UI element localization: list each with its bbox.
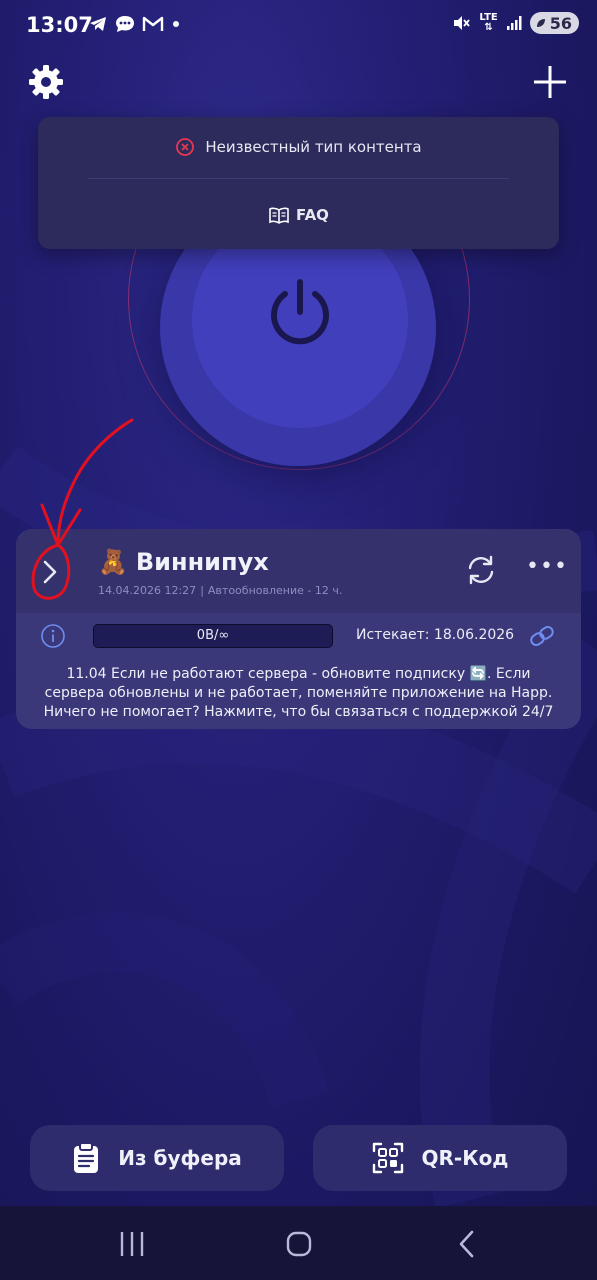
qr-scan-icon: [372, 1142, 403, 1174]
popup-error-row: Неизвестный тип контента: [38, 117, 559, 177]
recent-apps-icon[interactable]: [112, 1224, 152, 1264]
faq-label: FAQ: [296, 205, 329, 224]
error-popup: Неизвестный тип контента FAQ: [38, 117, 559, 249]
info-icon[interactable]: [40, 623, 66, 649]
traffic-usage-bar: 0B/∞: [93, 624, 333, 648]
chat-bubble-icon: [116, 16, 134, 32]
power-icon: [271, 279, 329, 345]
expiry-date: Истекает: 18.06.2026: [356, 627, 515, 643]
clipboard-icon: [74, 1142, 99, 1173]
annotation-arrow: [31, 418, 134, 600]
status-system-icons: LTE ⇅ 56: [451, 12, 579, 34]
battery-level: 56: [549, 13, 572, 33]
paste-from-clipboard-label: Из буфера: [118, 1146, 242, 1170]
link-icon[interactable]: [527, 623, 557, 649]
more-options-button[interactable]: •••: [526, 556, 567, 583]
network-type: LTE: [479, 12, 498, 23]
error-x-icon: [176, 138, 195, 156]
qr-code-label: QR-Код: [421, 1146, 509, 1170]
signal-icon: [506, 16, 522, 30]
subscription-name: Виннипух: [135, 548, 269, 576]
telegram-icon: [90, 17, 106, 31]
mute-icon: [454, 16, 471, 30]
plus-icon[interactable]: [530, 62, 570, 102]
qr-code-button[interactable]: QR-Код: [313, 1125, 567, 1191]
status-notifications: [88, 14, 182, 34]
book-icon: [269, 207, 289, 224]
subscription-announcement[interactable]: 11.04 Если не работают сервера - обновит…: [40, 665, 557, 722]
back-icon[interactable]: [447, 1224, 487, 1264]
gmail-icon: [142, 16, 164, 31]
dot-icon: [173, 21, 179, 27]
status-time: 13:07: [26, 13, 93, 37]
subscription-auto-update: Автообновление - 12 ч.: [207, 584, 343, 597]
gear-icon[interactable]: [26, 62, 66, 102]
paste-from-clipboard-button[interactable]: Из буфера: [30, 1125, 284, 1191]
lte-icon: LTE ⇅: [479, 12, 498, 33]
popup-error-text: Неизвестный тип контента: [205, 138, 422, 156]
home-icon[interactable]: [279, 1224, 319, 1264]
meta-separator: |: [200, 584, 204, 597]
status-bar: 13:07 LTE ⇅ 56: [0, 0, 597, 52]
refresh-icon[interactable]: [464, 553, 498, 587]
battery-icon: 56: [529, 12, 579, 34]
battery-saver-leaf-icon: [536, 19, 545, 27]
faq-button[interactable]: FAQ: [38, 187, 559, 242]
popup-divider: [88, 178, 509, 179]
